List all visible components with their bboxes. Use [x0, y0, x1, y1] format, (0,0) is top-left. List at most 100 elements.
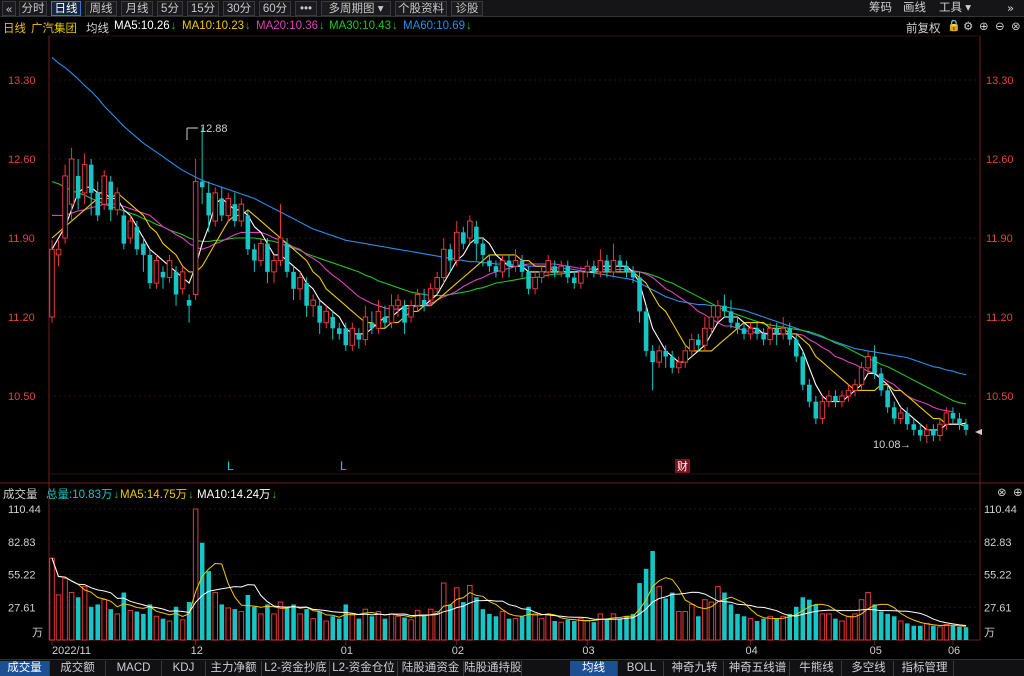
ma-title[interactable]: 均线 [86, 20, 109, 36]
indicator-tab-left-0[interactable]: 成交量 [0, 661, 50, 676]
volume-bar [617, 618, 623, 640]
volume-bar [839, 620, 845, 641]
tab-4[interactable]: 5分 [157, 1, 183, 16]
price-tick-left: 12.60 [8, 154, 36, 166]
draw-line-button[interactable]: 画线 [903, 1, 926, 16]
volume-bar [291, 604, 296, 640]
back-icon[interactable]: « [2, 1, 16, 16]
indicator-tab-right-0[interactable]: 均线 [570, 661, 618, 676]
volume-bar [480, 609, 486, 640]
candle-body [957, 418, 962, 425]
indicator-tab-right-4[interactable]: 牛熊线 [792, 661, 842, 676]
volume-bar [774, 618, 779, 640]
tab-5[interactable]: 15分 [187, 1, 219, 16]
indicator-tab-right-5[interactable]: 多空线 [844, 661, 894, 676]
ma60-line [51, 56, 967, 376]
volume-bar [911, 625, 917, 640]
volume-bar [519, 616, 525, 640]
current-price-pointer-icon [975, 429, 982, 435]
indicator-tab-right-1[interactable]: BOLL [620, 661, 664, 676]
volume-bar [643, 568, 649, 640]
candle-body [323, 310, 329, 324]
adjust-mode-button[interactable]: 前复权 [906, 20, 941, 36]
low-price-annotation: 10.08 → [873, 439, 911, 451]
tools-menu-button[interactable]: 工具 ▾ [939, 1, 971, 16]
indicator-tab-left-3[interactable]: KDJ [162, 661, 206, 676]
volume-title[interactable]: 成交量 [3, 486, 38, 502]
signal-marker-l2[interactable]: L [340, 459, 347, 473]
indicator-tab-left-7[interactable]: 陆股通资金 [398, 661, 464, 676]
candle-body [369, 322, 375, 329]
stock-name[interactable]: 广汽集团 [31, 20, 77, 36]
gear-icon[interactable]: ⚙ [963, 19, 973, 33]
tab-7[interactable]: 60分 [259, 1, 291, 16]
tab-11[interactable]: 诊股 [451, 1, 483, 16]
candle-body [186, 300, 192, 306]
candle-body [675, 361, 682, 369]
candle-body [499, 260, 506, 273]
double-chevron-right-icon[interactable]: » [1007, 1, 1014, 16]
date-label: 06 [948, 645, 960, 657]
tab-2[interactable]: 周线 [85, 1, 117, 16]
tab-1[interactable]: 日线 [51, 1, 81, 16]
candle-body [179, 271, 186, 290]
lock-icon[interactable]: 🔒 [947, 19, 961, 32]
add-pane-icon[interactable]: ⊕ [1013, 485, 1023, 499]
date-label: 2022/11 [52, 645, 91, 657]
volume-bar [310, 618, 316, 641]
tab-9[interactable]: 多周期图 ▾ [321, 1, 391, 16]
volume-bar [897, 620, 904, 641]
candle-body [924, 429, 930, 437]
tab-6[interactable]: 30分 [223, 1, 255, 16]
candle-body [55, 248, 62, 256]
low-arrow-glyph: → [900, 439, 911, 451]
candle-body [747, 327, 754, 335]
volume-bar [493, 616, 499, 640]
candle-body [604, 260, 610, 272]
indicator-tab-left-5[interactable]: L2-资金抄底 [262, 661, 330, 676]
volume-bar [675, 611, 682, 641]
volume-bar [924, 622, 930, 641]
finance-badge[interactable]: 财 [675, 459, 690, 473]
candle-body [787, 328, 793, 340]
candle-body [192, 181, 199, 295]
date-label: 01 [341, 645, 353, 657]
indicator-tab-right-2[interactable]: 神奇九转 [666, 661, 724, 676]
indicator-tab-right-3[interactable]: 神奇五线谱 [726, 661, 790, 676]
volume-bar [336, 618, 342, 640]
indicator-tab-left-8[interactable]: 陆股通持股 [464, 661, 522, 676]
signal-marker-l1[interactable]: L [227, 459, 234, 473]
candle-body [487, 260, 492, 267]
indicator-tab-left-6[interactable]: L2-资金仓位 [330, 661, 398, 676]
chips-button[interactable]: 筹码 [869, 1, 892, 16]
volume-bar [852, 613, 858, 641]
indicator-tab-right-6[interactable]: 指标管理 [896, 661, 954, 676]
indicator-tab-left-4[interactable]: 主力净额 [206, 661, 262, 676]
indicator-tab-left-2[interactable]: MACD [106, 661, 162, 676]
period-toolbar: « 分时 日线 周线 月线 5分 15分 30分 60分 ••• 多周期图 ▾ 个股资料 诊股 筹码 … [0, 0, 1024, 17]
candle-body [271, 260, 277, 273]
volume-tick-right: 55.22 [984, 570, 1012, 582]
candle-body [349, 327, 356, 346]
candle-body [238, 203, 245, 222]
close-volume-icon[interactable]: ⊗ [997, 485, 1007, 499]
volume-unit-left: 万 [32, 627, 43, 639]
tab-8[interactable]: ••• [295, 1, 317, 16]
candle-body [538, 271, 545, 279]
volume-bar [591, 622, 597, 640]
candle-body [545, 260, 551, 273]
close-icon[interactable]: ⊗ [1011, 19, 1021, 33]
indicator-tab-left-1[interactable]: 成交额 [50, 661, 106, 676]
candle-body [669, 356, 675, 368]
volume-bar [545, 613, 551, 641]
candle-body [127, 220, 134, 239]
zoom-out-icon[interactable]: ⊖ [995, 19, 1005, 33]
candle-body [963, 424, 969, 430]
chart-canvas[interactable]: 13.30 13.30 12.60 12.60 11.90 11.90 11.20 11.20… [0, 0, 1024, 676]
tab-3[interactable]: 月线 [121, 1, 153, 16]
candle-body [388, 305, 395, 324]
tab-0[interactable]: 分时 [19, 1, 47, 16]
tab-10[interactable]: 个股资料 [395, 1, 447, 16]
zoom-in-icon[interactable]: ⊕ [979, 19, 989, 33]
volume-bar [767, 615, 773, 641]
